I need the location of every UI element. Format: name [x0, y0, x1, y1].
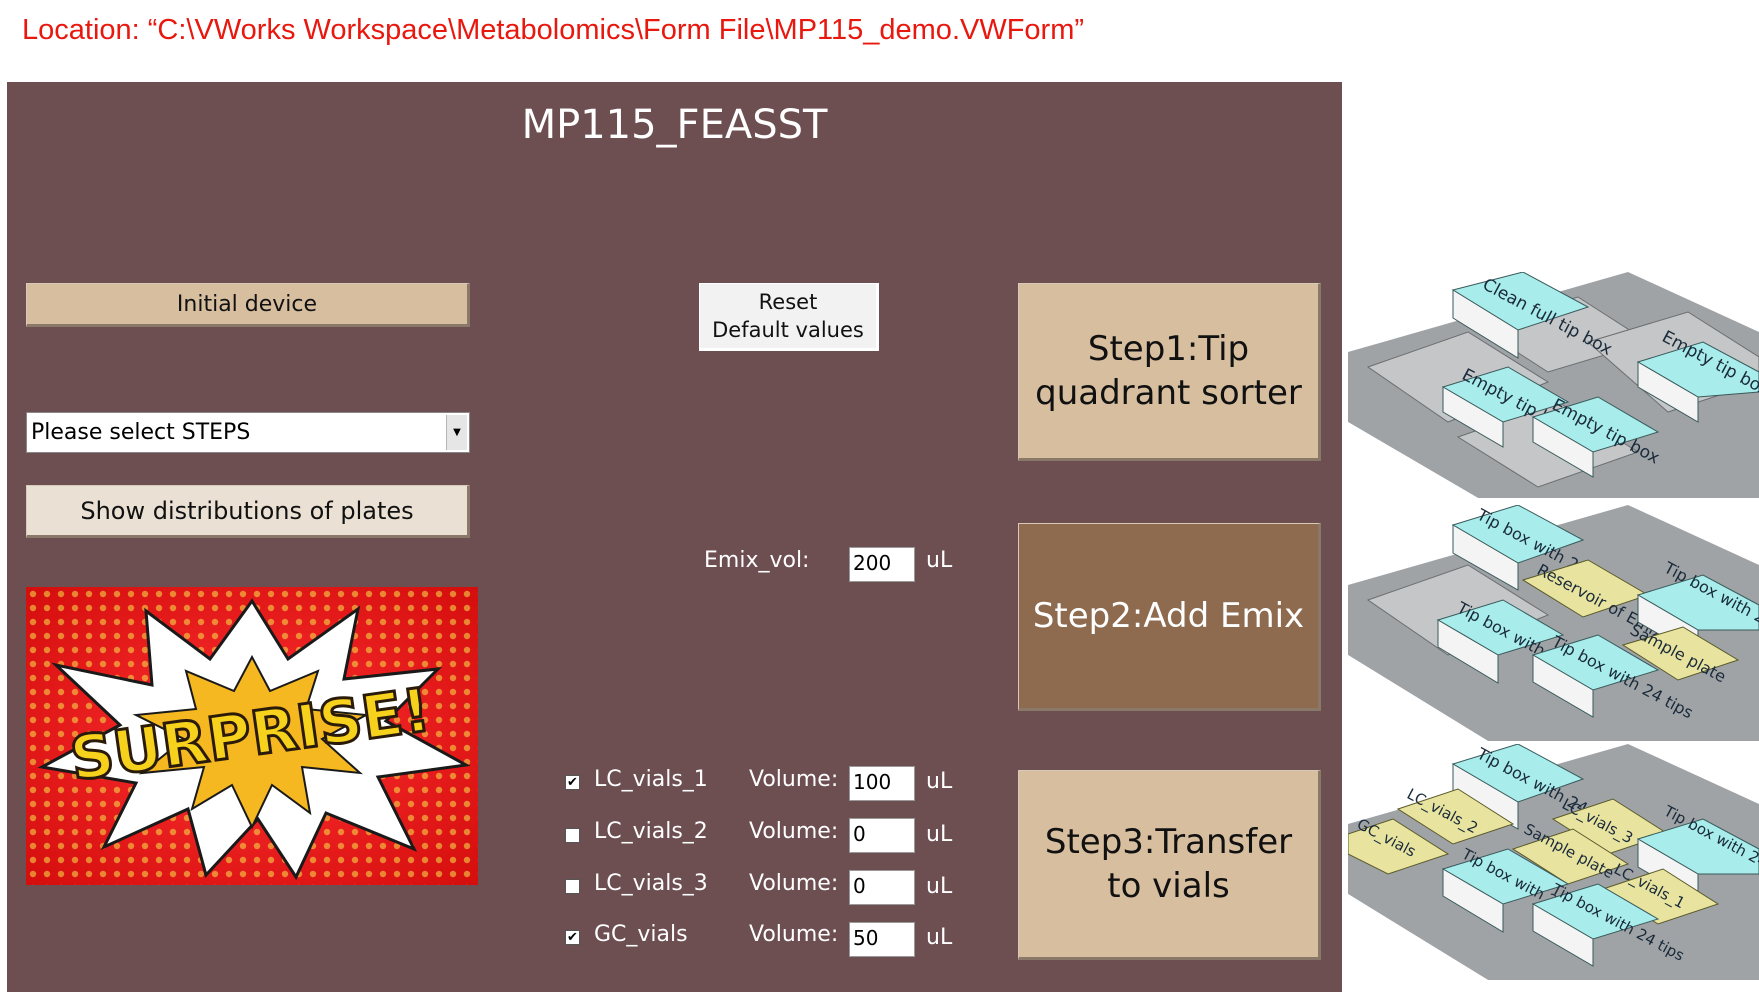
- form-title: MP115_FEASST: [521, 102, 828, 148]
- deck-layout-step2-image: Tip box with 24 tips Reservoir of Emix T…: [1348, 505, 1759, 741]
- deck-layout-step1-image: Clean full tip box Empty tip box Empty t…: [1348, 272, 1759, 498]
- reset-label: Reset: [758, 290, 818, 314]
- steps-select[interactable]: Please select STEPS ▼: [26, 412, 470, 453]
- reset-default-values-button[interactable]: Reset Default values: [699, 283, 879, 351]
- steps-select-value: Please select STEPS: [31, 420, 251, 445]
- lc-vials-2-volume-label: Volume:: [749, 819, 839, 844]
- step2-add-emix-button[interactable]: Step2:Add Emix: [1018, 523, 1321, 711]
- lc-vials-1-checkbox[interactable]: ✔: [565, 775, 580, 790]
- chevron-down-icon[interactable]: ▼: [446, 415, 467, 450]
- file-location-caption: Location: “C:\VWorks Workspace\Metabolom…: [22, 14, 1085, 46]
- gc-vials-label: GC_vials: [594, 922, 688, 947]
- lc-vials-1-volume-input[interactable]: 100: [849, 766, 915, 801]
- gc-vials-unit: uL: [926, 925, 953, 950]
- lc-vials-2-volume-input[interactable]: 0: [849, 818, 915, 853]
- step1-tip-quadrant-sorter-button[interactable]: Step1:Tip quadrant sorter: [1018, 283, 1321, 461]
- gc-vials-volume-label: Volume:: [749, 922, 839, 947]
- show-distributions-button[interactable]: Show distributions of plates: [26, 485, 470, 538]
- emix-vol-input[interactable]: 200: [849, 547, 915, 582]
- vworks-form-panel: MP115_FEASST Initial device Please selec…: [7, 82, 1342, 992]
- initial-device-button[interactable]: Initial device: [26, 283, 470, 327]
- lc-vials-2-checkbox[interactable]: [565, 828, 580, 843]
- lc-vials-3-volume-label: Volume:: [749, 871, 839, 896]
- surprise-image: SURPRISE!: [26, 587, 478, 885]
- gc-vials-volume-input[interactable]: 50: [849, 922, 915, 957]
- lc-vials-2-unit: uL: [926, 822, 953, 847]
- emix-unit-label: uL: [926, 548, 953, 573]
- lc-vials-1-label: LC_vials_1: [594, 767, 708, 792]
- lc-vials-3-volume-input[interactable]: 0: [849, 870, 915, 905]
- emix-vol-label: Emix_vol:: [704, 548, 810, 573]
- lc-vials-1-volume-label: Volume:: [749, 767, 839, 792]
- step3-transfer-to-vials-button[interactable]: Step3:Transfer to vials: [1018, 770, 1321, 960]
- lc-vials-1-unit: uL: [926, 769, 953, 794]
- gc-vials-checkbox[interactable]: ✔: [565, 930, 580, 945]
- lc-vials-2-label: LC_vials_2: [594, 819, 708, 844]
- lc-vials-3-unit: uL: [926, 874, 953, 899]
- default-values-label: Default values: [712, 318, 864, 342]
- deck-layout-step3-image: Tip box with 24 tips LC_vials_2 LC_vials…: [1348, 744, 1759, 980]
- lc-vials-3-label: LC_vials_3: [594, 871, 708, 896]
- lc-vials-3-checkbox[interactable]: [565, 879, 580, 894]
